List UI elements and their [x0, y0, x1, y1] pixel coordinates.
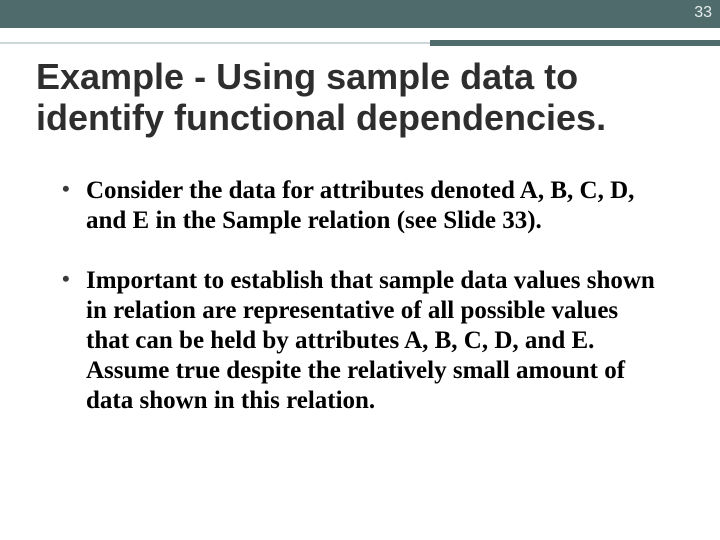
- slide-title: Example - Using sample data to identify …: [36, 56, 684, 139]
- slide-body: Consider the data for attributes denoted…: [56, 176, 664, 446]
- divider-dark-tab: [430, 40, 720, 46]
- bullet-item: Important to establish that sample data …: [56, 266, 664, 416]
- slide: 33 Example - Using sample data to identi…: [0, 0, 720, 540]
- bullet-item: Consider the data for attributes denoted…: [56, 176, 664, 236]
- header-bar: 33: [0, 0, 720, 28]
- page-number: 33: [694, 4, 712, 22]
